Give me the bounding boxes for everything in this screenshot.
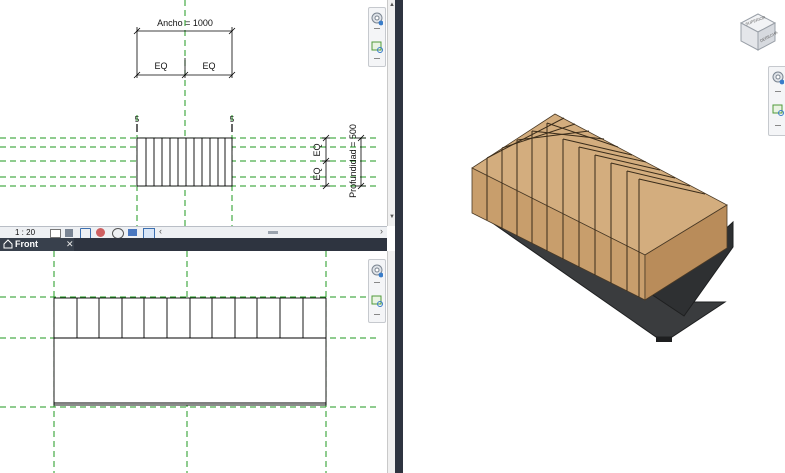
shadows-icon[interactable] [96,228,105,237]
width-dimension-label[interactable]: Ancho = 1000 [157,18,213,28]
plan-navigation-bar [368,7,386,67]
home-icon [3,239,13,251]
detail-level-icon[interactable] [50,229,61,238]
nav-dropdown-icon[interactable] [775,91,781,92]
steering-wheel-icon[interactable] [371,12,384,28]
eq-label-right[interactable]: EQ [202,61,215,71]
zoom-dropdown-icon[interactable] [374,314,380,315]
eq-label-left[interactable]: EQ [154,61,167,71]
steering-wheel-icon[interactable] [772,71,785,87]
zoom-region-icon[interactable] [371,40,383,56]
scroll-right-icon[interactable]: › [380,226,383,236]
three-d-navigation-bar [768,66,785,136]
bench-plan [136,137,233,187]
depth-dimension [322,134,366,190]
depth-dimension-label[interactable]: Profundidad = 500 [348,124,358,198]
nav-dropdown-icon[interactable] [374,282,380,283]
scroll-left-icon[interactable]: ‹ [159,226,162,236]
horizontal-scroll-thumb[interactable] [268,231,278,234]
section-mark-right[interactable]: 5 [230,115,235,124]
show-crop-icon[interactable] [128,229,137,236]
tab-front[interactable]: Front ✕ [0,238,74,251]
eq-label-bottom[interactable]: EQ [312,167,322,180]
bench-front-elevation [53,297,327,406]
zoom-region-icon[interactable] [772,103,784,119]
view-cube[interactable]: SUPERIOR DERECHA [737,12,779,56]
view-splitter[interactable] [395,0,403,473]
front-view-canvas[interactable] [0,251,387,473]
visual-style-icon[interactable] [65,229,73,237]
front-view-tab-strip: Front ✕ [0,238,387,251]
reference-planes [0,0,380,226]
eq-label-top[interactable]: EQ [312,143,322,156]
section-mark-left[interactable]: 5 [135,115,140,124]
close-tab-icon[interactable]: ✕ [66,239,74,250]
nav-dropdown-icon[interactable] [374,28,380,29]
front-navigation-bar [368,259,386,323]
front-drawing [0,251,380,473]
three-d-view-canvas[interactable]: SUPERIOR DERECHA [403,0,785,473]
zoom-dropdown-icon[interactable] [775,125,781,126]
wood-slats [471,113,728,301]
zoom-dropdown-icon[interactable] [374,58,380,59]
steering-wheel-icon[interactable] [371,264,384,280]
plan-view-canvas[interactable]: Ancho = 1000 EQ EQ 5 5 EQ EQ Profundidad… [0,0,387,226]
tab-front-label: Front [15,239,38,249]
zoom-region-icon[interactable] [371,294,383,310]
bench-3d-model [471,113,734,342]
plan-drawing: Ancho = 1000 EQ EQ 5 5 EQ EQ Profundidad… [0,0,380,226]
